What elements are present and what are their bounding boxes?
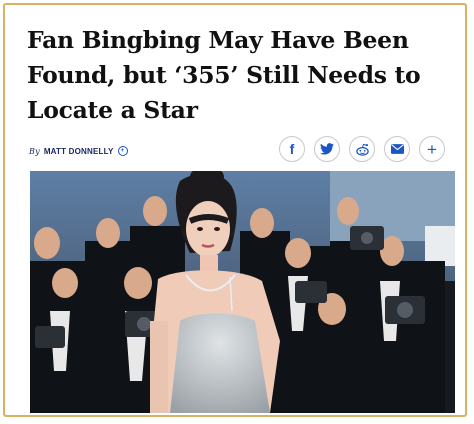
headline-line-2: Found, but ‘355’ Still Needs to [27,61,421,89]
facebook-share-button[interactable]: f [279,136,305,162]
email-icon [390,144,404,154]
byline: By MATT DONNELLY + [29,145,128,157]
twitter-share-button[interactable] [314,136,340,162]
screenshot-frame: Fan Bingbing May Have Been Found, but ‘3… [3,3,467,417]
share-bar: f + [279,136,445,162]
red-carpet-photo [30,171,455,413]
byline-prefix: By [29,146,40,156]
reddit-icon [355,143,369,156]
verified-icon: + [117,146,128,156]
author-link[interactable]: MATT DONNELLY [44,147,114,156]
article-photo [30,171,455,413]
more-share-button[interactable]: + [419,136,445,162]
plus-icon: + [427,139,437,159]
headline-line-1: Fan Bingbing May Have Been [27,26,409,54]
email-share-button[interactable] [384,136,410,162]
headline-line-3: Locate a Star [27,96,198,124]
twitter-icon [320,143,334,155]
reddit-share-button[interactable] [349,136,375,162]
article-headline: Fan Bingbing May Have Been Found, but ‘3… [27,23,457,128]
facebook-icon: f [289,141,295,157]
